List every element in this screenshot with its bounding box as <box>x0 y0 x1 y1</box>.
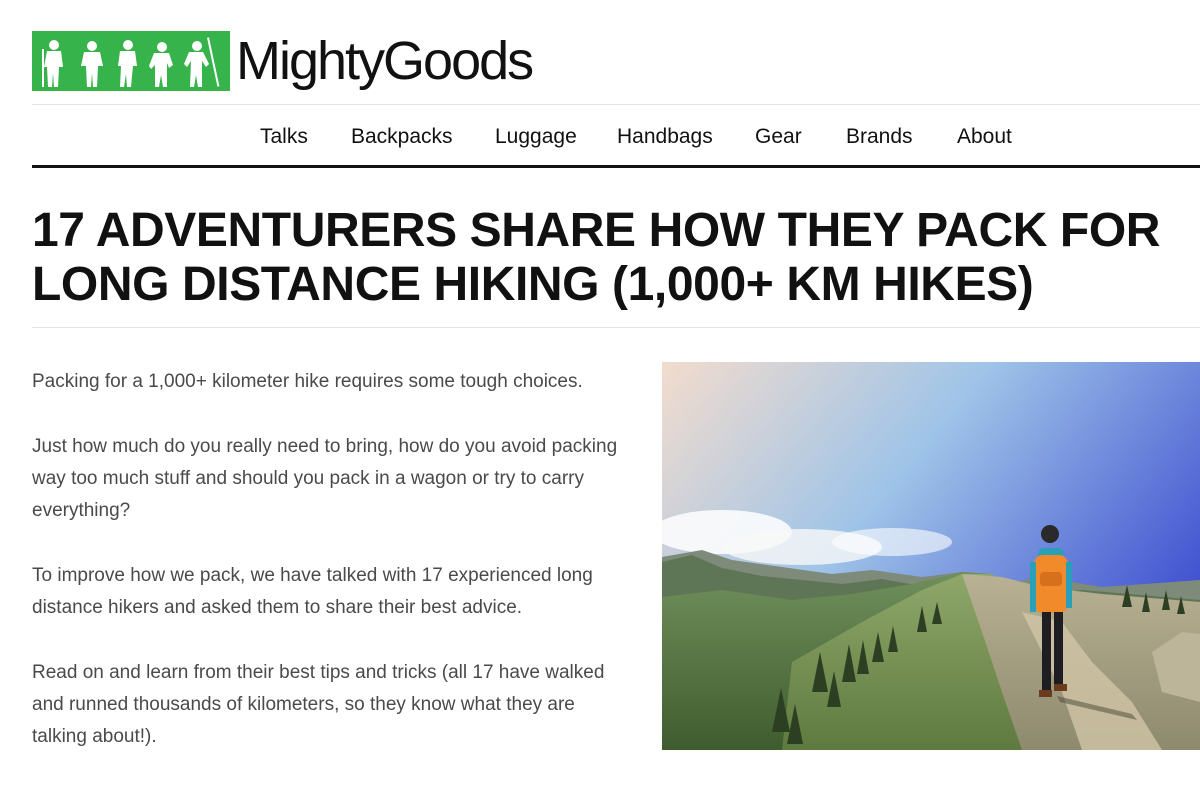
site-header: MightyGoods <box>32 30 534 92</box>
nav-item-brands[interactable]: Brands <box>846 117 913 157</box>
brand-name[interactable]: MightyGoods <box>236 31 534 91</box>
nav-item-gear[interactable]: Gear <box>755 117 802 157</box>
article-body: Packing for a 1,000+ kilometer hike requ… <box>32 366 632 786</box>
nav-item-luggage[interactable]: Luggage <box>495 117 577 157</box>
nav-divider <box>32 165 1200 168</box>
article-paragraph: Read on and learn from their best tips a… <box>32 662 605 747</box>
hero-image <box>662 362 1200 750</box>
nav-item-handbags[interactable]: Handbags <box>617 117 713 157</box>
header-divider <box>32 104 1200 105</box>
article-paragraph: To improve how we pack, we have talked w… <box>32 565 593 618</box>
hiker-photo-illustration <box>662 362 1200 750</box>
logo-hikers-icon[interactable] <box>32 31 230 91</box>
article-title: 17 ADVENTURERS SHARE HOW THEY PACK FOR L… <box>32 204 1161 311</box>
article-paragraph: Just how much do you really need to brin… <box>32 436 618 521</box>
nav-item-talks[interactable]: Talks <box>260 117 308 157</box>
main-nav: Talks Backpacks Luggage Handbags Gear Br… <box>0 117 1200 157</box>
article-paragraph: Packing for a 1,000+ kilometer hike requ… <box>32 371 583 392</box>
title-divider <box>32 327 1200 328</box>
nav-item-backpacks[interactable]: Backpacks <box>351 117 453 157</box>
nav-item-about[interactable]: About <box>957 117 1012 157</box>
